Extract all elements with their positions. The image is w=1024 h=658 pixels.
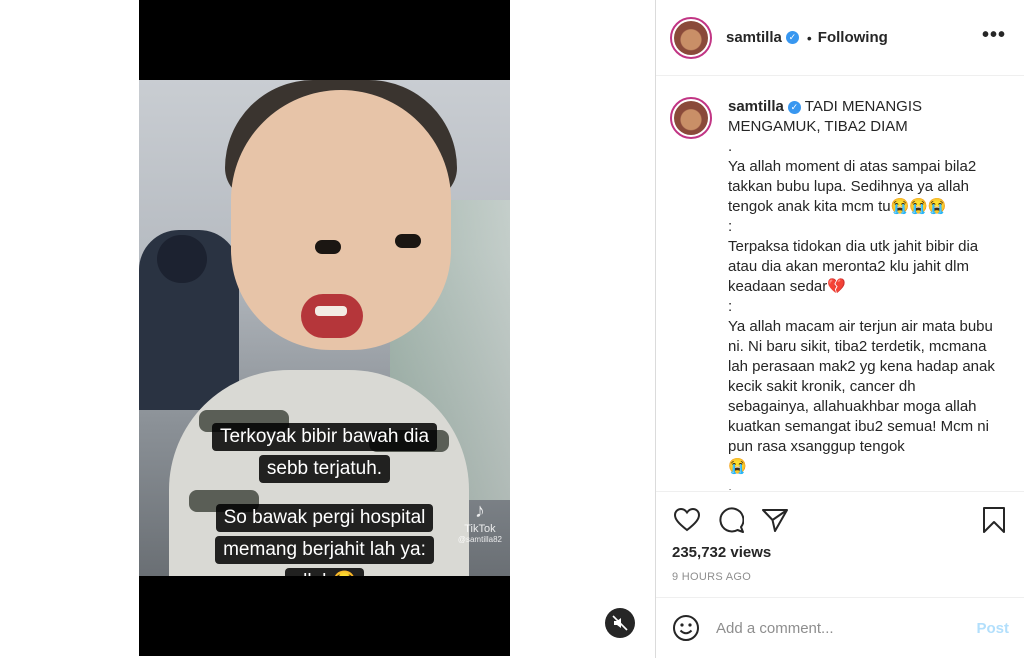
share-icon[interactable] [760, 505, 790, 535]
instagram-post-modal: Terkoyak bibir bawah dia sebb terjatuh. … [0, 0, 1024, 658]
action-icons-row [672, 504, 1009, 536]
child-eye [395, 234, 421, 248]
tiktok-handle: @samtilla82 [457, 535, 502, 544]
bookmark-icon[interactable] [979, 505, 1009, 535]
caption-body: TADI MENANGIS MENGAMUK, TIBA2 DIAM . Ya … [728, 98, 995, 490]
tiktok-logo-icon: ♪ [474, 500, 485, 522]
heart-icon[interactable] [672, 505, 702, 535]
view-count[interactable]: 235,732 views [672, 544, 1009, 561]
caption-line: memang berjahit lah ya: [215, 536, 434, 564]
caption-line: allah😭 [284, 568, 365, 576]
following-button[interactable]: Following [818, 29, 888, 46]
video-caption-bottom: So bawak pergi hospital memang berjahit … [139, 502, 510, 576]
caption-line: Terkoyak bibir bawah dia [211, 423, 438, 451]
comment-icon[interactable] [716, 505, 746, 535]
add-comment-bar: Add a comment... Post [656, 597, 1024, 658]
video-background-person-head [157, 235, 207, 283]
post-actions: 235,732 views 9 HOURS AGO [656, 491, 1024, 596]
post-side-panel: samtilla ✓ • Following ••• samtilla ✓ TAD… [655, 0, 1024, 658]
avatar[interactable] [670, 16, 712, 59]
avatar-image [674, 20, 708, 55]
header-username[interactable]: samtilla [726, 29, 782, 46]
caption-scroll-area[interactable]: samtilla ✓ TADI MENANGIS MENGAMUK, TIBA2 … [656, 77, 1024, 490]
post-timestamp[interactable]: 9 HOURS AGO [672, 571, 1009, 583]
video-caption-top: Terkoyak bibir bawah dia sebb terjatuh. [139, 421, 510, 485]
child-teeth [315, 306, 347, 316]
child-eye [315, 240, 341, 254]
caption-text: samtilla ✓ TADI MENANGIS MENGAMUK, TIBA2 … [728, 97, 998, 490]
muted-speaker-icon [612, 615, 628, 631]
video-frame: Terkoyak bibir bawah dia sebb terjatuh. … [139, 80, 510, 576]
emoji-picker-icon[interactable] [672, 614, 700, 642]
mute-toggle-button[interactable] [605, 608, 635, 638]
more-options-icon[interactable]: ••• [982, 24, 1006, 47]
caption-line: sebb terjatuh. [258, 455, 391, 483]
video-player[interactable]: Terkoyak bibir bawah dia sebb terjatuh. … [139, 0, 510, 656]
avatar-image [674, 101, 708, 135]
caption-username[interactable]: samtilla [728, 98, 784, 115]
comment-input[interactable]: Add a comment... [716, 620, 976, 637]
caption-row: samtilla ✓ TADI MENANGIS MENGAMUK, TIBA2 … [670, 97, 1011, 490]
verified-badge-icon: ✓ [785, 31, 799, 44]
post-header: samtilla ✓ • Following ••• [656, 0, 1024, 76]
separator-dot: • [806, 29, 812, 46]
tiktok-label: TikTok [464, 523, 496, 535]
verified-badge-icon: ✓ [787, 101, 801, 114]
child-mouth [301, 294, 363, 338]
tiktok-watermark: ♪ TikTok @samtilla82 [458, 500, 502, 544]
post-comment-button[interactable]: Post [976, 620, 1009, 637]
caption-line: So bawak pergi hospital [215, 504, 434, 532]
avatar[interactable] [670, 97, 712, 139]
